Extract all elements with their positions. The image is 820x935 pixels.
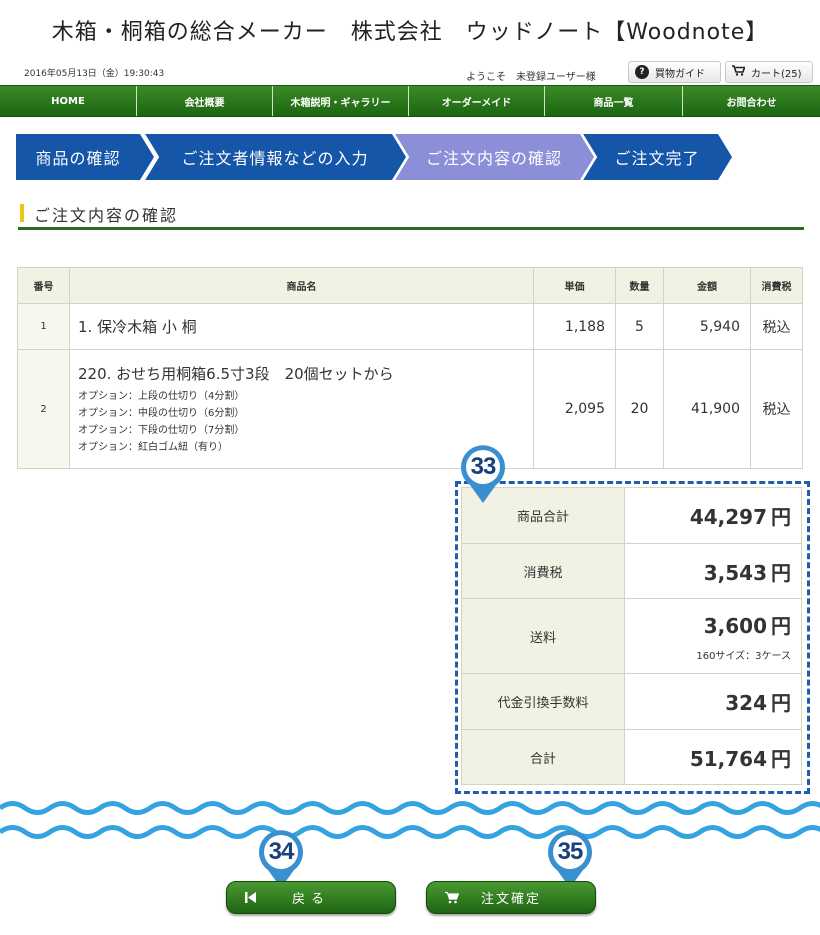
shipping-value: 3,600 円 160サイズ：3ケース <box>624 598 802 674</box>
step-order-complete: ご注文完了 <box>582 134 732 180</box>
wave-decoration <box>0 801 820 839</box>
col-unit-price: 単価 <box>533 267 616 304</box>
col-amount: 金額 <box>663 267 751 304</box>
checkout-steps: 商品の確認 ご注文者情報などの入力 ご注文内容の確認 ご注文完了 <box>16 134 736 180</box>
cod-fee-value: 324 円 <box>624 673 802 730</box>
subtotal-row: 商品合計 44,297 円 <box>461 487 802 544</box>
shipping-note: 160サイズ：3ケース <box>696 651 791 662</box>
unit-price: 1,188 <box>533 303 616 350</box>
confirm-order-button[interactable]: 注文確定 <box>426 881 596 914</box>
confirm-order-label: 注文確定 <box>480 892 541 907</box>
tax-label: 消費税 <box>461 543 625 599</box>
amount: 5,940 <box>663 303 751 350</box>
annotation-marker-33: 33 <box>458 445 508 505</box>
shipping-row: 送料 3,600 円 160サイズ：3ケース <box>461 598 802 674</box>
site-title: 木箱・桐箱の総合メーカー 株式会社 ウッドノート【Woodnote】 <box>51 20 769 45</box>
nav-home[interactable]: HOME <box>0 86 137 116</box>
heading-accent-bar <box>20 204 24 222</box>
cod-fee-row: 代金引換手数料 324 円 <box>461 673 802 730</box>
product-option: オプション：下段の仕切り（7分割） <box>78 424 245 436</box>
cart-button[interactable]: カート(25) <box>725 61 813 83</box>
tax-row: 消費税 3,543 円 <box>461 543 802 599</box>
grand-total-value: 51,764 円 <box>624 729 802 785</box>
row-number: 1 <box>17 303 70 350</box>
quantity: 5 <box>615 303 664 350</box>
back-button[interactable]: 戻る <box>226 881 396 914</box>
col-product-name: 商品名 <box>69 267 534 304</box>
unit-price: 2,095 <box>533 349 616 469</box>
amount: 41,900 <box>663 349 751 469</box>
main-navigation: HOME 会社概要 木箱説明・ギャラリー オーダーメイド 商品一覧 お問合わせ <box>0 85 820 117</box>
tax-value: 3,543 円 <box>624 543 802 599</box>
shopping-guide-label: 買物ガイド <box>655 68 705 80</box>
section-title: ご注文内容の確認 <box>34 206 179 225</box>
shipping-label: 送料 <box>461 598 625 674</box>
step-product-confirm: 商品の確認 <box>16 134 154 180</box>
nav-products[interactable]: 商品一覧 <box>545 86 683 116</box>
step-order-review: ご注文内容の確認 <box>394 134 594 180</box>
order-items-table: 番号 商品名 単価 数量 金額 消費税 1 1. 保冷木箱 小 桐 1,188 … <box>17 267 803 469</box>
col-tax: 消費税 <box>750 267 803 304</box>
shopping-guide-button[interactable]: ? 買物ガイド <box>628 61 721 83</box>
back-label: 戻る <box>291 892 330 907</box>
tax-type: 税込 <box>750 349 803 469</box>
current-datetime: 2016年05月13日（金）19:30:43 <box>24 69 165 79</box>
nav-gallery[interactable]: 木箱説明・ギャラリー <box>273 86 409 116</box>
col-number: 番号 <box>17 267 70 304</box>
table-row: 1 1. 保冷木箱 小 桐 1,188 5 5,940 税込 <box>17 303 803 350</box>
table-header-row: 番号 商品名 単価 数量 金額 消費税 <box>17 267 803 304</box>
skip-back-icon <box>245 891 257 908</box>
cod-fee-label: 代金引換手数料 <box>461 673 625 730</box>
nav-company[interactable]: 会社概要 <box>137 86 273 116</box>
grand-total-label: 合計 <box>461 729 625 785</box>
cart-icon <box>445 891 460 908</box>
help-icon: ? <box>635 65 649 79</box>
welcome-message: ようこそ 未登録ユーザー様 <box>466 72 596 83</box>
product-option: オプション：上段の仕切り（4分割） <box>78 390 245 402</box>
nav-contact[interactable]: お問合わせ <box>683 86 820 116</box>
cart-icon <box>732 65 746 79</box>
subtotal-value: 44,297 円 <box>624 487 802 544</box>
grand-total-row: 合計 51,764 円 <box>461 729 802 785</box>
product-name: 1. 保冷木箱 小 桐 <box>69 303 534 350</box>
step-customer-info: ご注文者情報などの入力 <box>144 134 406 180</box>
nav-order-made[interactable]: オーダーメイド <box>409 86 545 116</box>
cart-label: カート(25) <box>751 68 802 80</box>
totals-table: 商品合計 44,297 円 消費税 3,543 円 送料 3,600 円 160サイズ：… <box>461 487 802 785</box>
quantity: 20 <box>615 349 664 469</box>
col-quantity: 数量 <box>615 267 664 304</box>
product-option: オプション：中段の仕切り（6分割） <box>78 407 245 419</box>
table-row: 2 220. おせち用桐箱6.5寸3段 20個セットから オプション：上段の仕切… <box>17 349 803 469</box>
row-number: 2 <box>17 349 70 469</box>
tax-type: 税込 <box>750 303 803 350</box>
section-heading: ご注文内容の確認 <box>18 198 804 230</box>
